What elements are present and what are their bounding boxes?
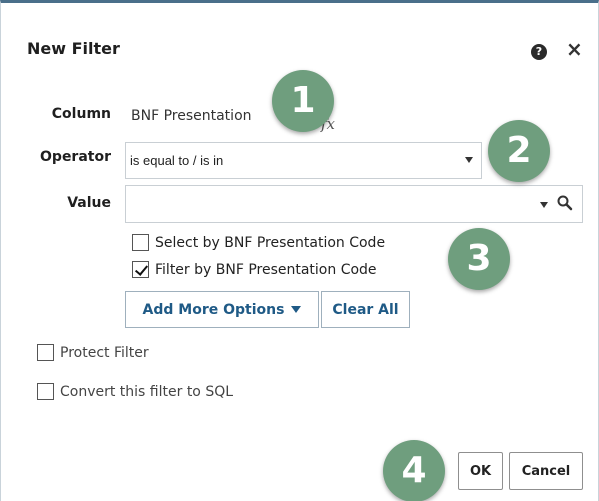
value-label: Value [67, 195, 111, 211]
ok-button[interactable]: OK [458, 452, 503, 490]
filter-by-code-label: Filter by BNF Presentation Code [155, 261, 377, 278]
clear-all-button[interactable]: Clear All [321, 291, 410, 328]
close-icon[interactable]: × [566, 39, 583, 59]
chevron-down-icon[interactable] [540, 202, 548, 208]
protect-filter-option[interactable]: Protect Filter [37, 344, 149, 361]
callout-badge: 4 [383, 440, 445, 501]
convert-sql-checkbox[interactable] [37, 383, 54, 400]
add-more-options-button[interactable]: Add More Options [125, 291, 319, 328]
add-more-options-label: Add More Options [142, 301, 285, 318]
cancel-button[interactable]: Cancel [509, 452, 583, 490]
convert-sql-option[interactable]: Convert this filter to SQL [37, 383, 233, 400]
operator-selected-value: is equal to / is in [130, 153, 224, 168]
callout-badge: 2 [488, 120, 550, 182]
new-filter-dialog: New Filter ? × Column BNF Presentation f… [0, 0, 599, 501]
convert-sql-label: Convert this filter to SQL [60, 383, 234, 400]
dialog-title: New Filter [27, 39, 120, 58]
chevron-down-icon[interactable] [465, 157, 473, 163]
operator-select[interactable]: is equal to / is in [125, 142, 482, 179]
search-icon[interactable] [556, 194, 574, 212]
filter-by-code-option[interactable]: Filter by BNF Presentation Code [132, 261, 377, 278]
value-input[interactable] [125, 185, 583, 223]
operator-label: Operator [40, 149, 111, 165]
column-label: Column [51, 106, 111, 122]
select-by-code-label: Select by BNF Presentation Code [155, 234, 386, 251]
select-by-code-checkbox[interactable] [132, 234, 149, 251]
filter-by-code-checkbox[interactable] [132, 261, 149, 278]
caret-down-icon [291, 306, 302, 313]
column-value: BNF Presentation [131, 108, 252, 124]
callout-badge: 3 [448, 228, 510, 290]
select-by-code-option[interactable]: Select by BNF Presentation Code [132, 234, 385, 251]
protect-filter-checkbox[interactable] [37, 344, 54, 361]
callout-badge: 1 [272, 70, 334, 132]
question-icon[interactable]: ? [531, 44, 547, 60]
protect-filter-label: Protect Filter [60, 344, 149, 361]
